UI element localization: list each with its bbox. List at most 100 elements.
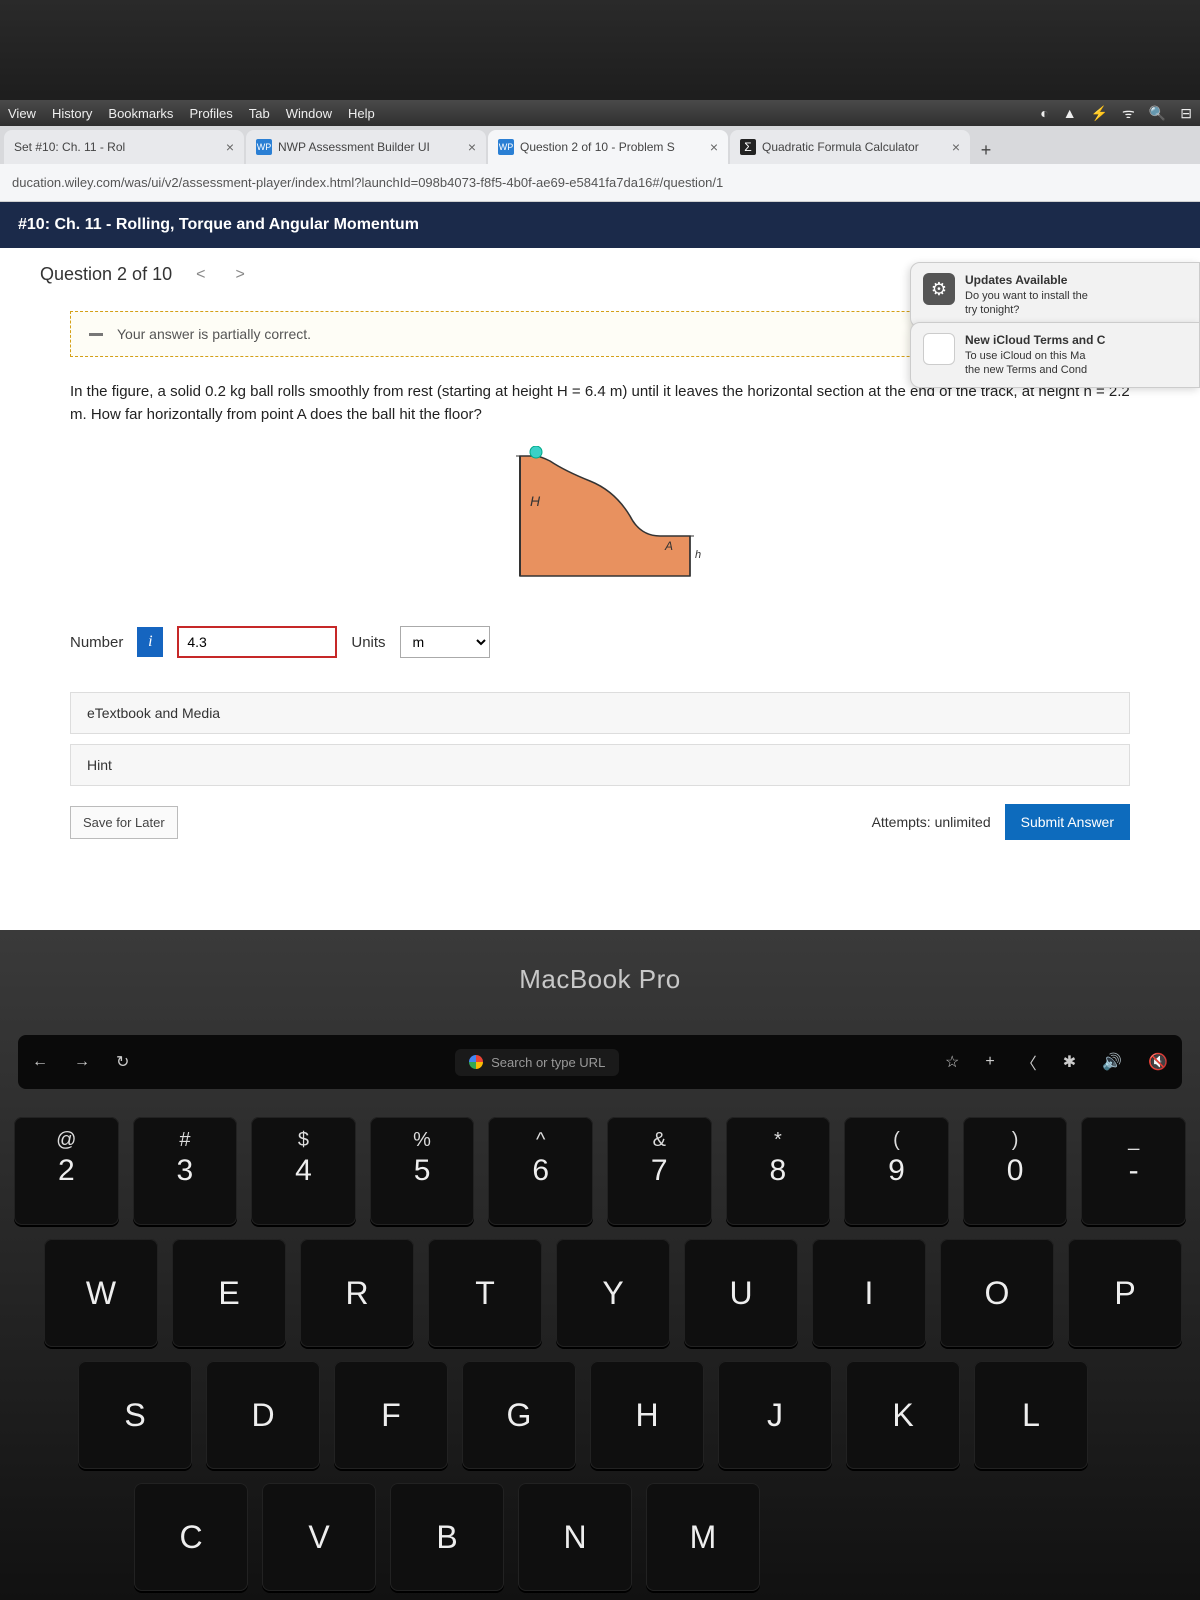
keyboard-key: G [462, 1361, 576, 1469]
minus-icon [89, 333, 103, 336]
keyboard-key: F [334, 1361, 448, 1469]
tb-forward-icon[interactable]: → [74, 1053, 90, 1071]
question-figure: H A h [70, 446, 1130, 586]
close-icon[interactable]: × [468, 139, 476, 155]
touch-bar: ← → ↻ Search or type URL ☆ + 〈 ✱ 🔊 🔇 [18, 1035, 1182, 1089]
favicon-icon: WP [498, 139, 514, 155]
keyboard-key: C [134, 1483, 248, 1591]
browser-tab[interactable]: WP NWP Assessment Builder UI × [246, 130, 486, 164]
keyboard-key: N [518, 1483, 632, 1591]
keyboard-key: R [300, 1239, 414, 1347]
keyboard-key: B [390, 1483, 504, 1591]
notification-body: the new Terms and Cond [965, 363, 1105, 377]
submit-answer-button[interactable]: Submit Answer [1005, 804, 1130, 840]
notification-body: try tonight? [965, 303, 1088, 317]
tab-title: Quadratic Formula Calculator [762, 140, 946, 154]
keyboard-key: S [78, 1361, 192, 1469]
keyboard-key: M [646, 1483, 760, 1591]
menu-item[interactable]: Bookmarks [108, 106, 173, 121]
svg-text:A: A [664, 539, 673, 553]
address-bar[interactable]: ducation.wiley.com/was/ui/v2/assessment-… [0, 164, 1200, 202]
google-icon [469, 1055, 483, 1069]
browser-tab[interactable]: Σ Quadratic Formula Calculator × [730, 130, 970, 164]
menu-item[interactable]: Profiles [189, 106, 232, 121]
wifi-icon[interactable]: ᯤ [1122, 104, 1135, 123]
hint-button[interactable]: Hint [70, 744, 1130, 786]
new-tab-button[interactable]: + [972, 136, 1000, 164]
keyboard-key: D [206, 1361, 320, 1469]
tb-plus-icon[interactable]: + [985, 1053, 994, 1071]
keyboard-key: W [44, 1239, 158, 1347]
keyboard-key: 8* [726, 1117, 831, 1225]
airplay-icon[interactable]: ▲ [1063, 105, 1077, 121]
keyboard-key: 3# [133, 1117, 238, 1225]
menu-item[interactable]: Tab [249, 106, 270, 121]
notification-updates[interactable]: ⚙ Updates Available Do you want to insta… [910, 262, 1200, 328]
keyboard-key: 4$ [251, 1117, 356, 1225]
control-center-icon[interactable]: ⊟ [1180, 105, 1192, 122]
assignment-title: #10: Ch. 11 - Rolling, Torque and Angula… [0, 202, 1200, 248]
macbook-label: MacBook Pro [0, 930, 1200, 1035]
battery-icon[interactable]: ⚡ [1091, 105, 1108, 122]
keyboard-key: O [940, 1239, 1054, 1347]
keyboard-key: L [974, 1361, 1088, 1469]
tb-brightness-icon[interactable]: ✱ [1063, 1052, 1076, 1072]
tab-title: Set #10: Ch. 11 - Rol [14, 140, 220, 154]
tb-search-field[interactable]: Search or type URL [455, 1049, 619, 1076]
notification-body: Do you want to install the [965, 289, 1088, 303]
gear-icon: ⚙ [923, 273, 955, 305]
keyboard-key: T [428, 1239, 542, 1347]
keyboard-key: 5% [370, 1117, 475, 1225]
keyboard-key: 7& [607, 1117, 712, 1225]
apple-icon [923, 333, 955, 365]
cast-icon[interactable]: ◐ [1040, 105, 1048, 121]
menu-item[interactable]: History [52, 106, 92, 121]
menu-item[interactable]: Window [286, 106, 332, 121]
keyboard-key: V [262, 1483, 376, 1591]
browser-tab[interactable]: Set #10: Ch. 11 - Rol × [4, 130, 244, 164]
tb-volume-icon[interactable]: 🔊 [1102, 1052, 1122, 1072]
units-label: Units [351, 634, 385, 651]
keyboard-key: J [718, 1361, 832, 1469]
keyboard-key: P [1068, 1239, 1182, 1347]
keyboard-key: 2@ [14, 1117, 119, 1225]
tb-star-icon[interactable]: ☆ [945, 1052, 959, 1072]
browser-tab-active[interactable]: WP Question 2 of 10 - Problem S × [488, 130, 728, 164]
save-for-later-button[interactable]: Save for Later [70, 806, 178, 839]
url-text: ducation.wiley.com/was/ui/v2/assessment-… [12, 175, 1188, 190]
keyboard-key: 6^ [488, 1117, 593, 1225]
keyboard-key: -_ [1081, 1117, 1186, 1225]
tb-search-placeholder: Search or type URL [491, 1055, 605, 1070]
menu-item[interactable]: Help [348, 106, 375, 121]
tab-title: NWP Assessment Builder UI [278, 140, 462, 154]
prev-question-button[interactable]: < [190, 266, 211, 284]
close-icon[interactable]: × [710, 139, 718, 155]
info-icon[interactable]: i [137, 627, 163, 657]
notification-icloud[interactable]: New iCloud Terms and C To use iCloud on … [910, 322, 1200, 388]
next-question-button[interactable]: > [229, 266, 250, 284]
close-icon[interactable]: × [952, 139, 960, 155]
search-icon[interactable]: 🔍 [1149, 105, 1166, 122]
tb-mute-icon[interactable]: 🔇 [1148, 1052, 1168, 1072]
etextbook-button[interactable]: eTextbook and Media [70, 692, 1130, 734]
number-input[interactable] [177, 626, 337, 658]
favicon-icon: Σ [740, 139, 756, 155]
tab-title: Question 2 of 10 - Problem S [520, 140, 704, 154]
tb-chevron-icon[interactable]: 〈 [1021, 1050, 1037, 1074]
keyboard-key: I [812, 1239, 926, 1347]
number-label: Number [70, 634, 123, 651]
browser-tab-strip: Set #10: Ch. 11 - Rol × WP NWP Assessmen… [0, 126, 1200, 164]
notification-title: Updates Available [965, 273, 1088, 289]
keyboard-key: E [172, 1239, 286, 1347]
notification-body: To use iCloud on this Ma [965, 349, 1105, 363]
units-select[interactable]: m [400, 626, 490, 658]
keyboard-key: 9( [844, 1117, 949, 1225]
tb-back-icon[interactable]: ← [32, 1053, 48, 1071]
svg-text:H: H [530, 493, 541, 509]
keyboard: 2@3#4$5%6^7&8*9(0)-_ WERTYUIOP SDFGHJKL … [14, 1117, 1186, 1591]
tb-reload-icon[interactable]: ↻ [116, 1052, 129, 1072]
notification-title: New iCloud Terms and C [965, 333, 1105, 349]
keyboard-key: Y [556, 1239, 670, 1347]
close-icon[interactable]: × [226, 139, 234, 155]
menu-item[interactable]: View [8, 106, 36, 121]
